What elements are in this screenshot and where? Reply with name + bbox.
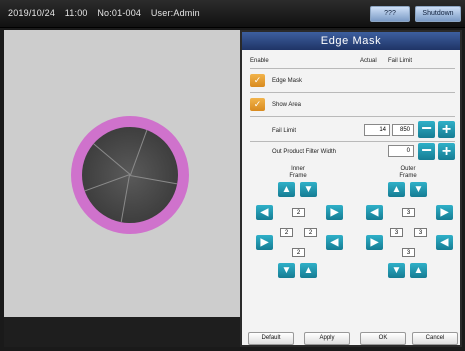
edge-mask-label: Edge Mask — [272, 78, 303, 84]
divider — [250, 92, 455, 93]
inner-frame-label-line2: Frame — [289, 173, 307, 179]
divider — [250, 116, 455, 117]
inner-left-value: 2 — [280, 228, 293, 237]
inner-right-left-button[interactable]: ◀ — [326, 235, 343, 250]
status-line: 2019/10/24 11:00 No:01-004 User:Admin — [8, 8, 207, 18]
header-enable: Enable — [250, 58, 269, 64]
fail-limit-actual-value: 14 — [364, 124, 390, 136]
inner-top-value: 2 — [292, 208, 305, 217]
outer-left-right-button[interactable]: ▶ — [366, 235, 383, 250]
outer-right-value: 3 — [414, 228, 427, 237]
outer-frame-label: Outer Frame — [388, 166, 428, 180]
edge-mask-checkbox[interactable]: ✓ — [250, 74, 265, 87]
outer-frame-label-line2: Frame — [399, 173, 417, 179]
filter-width-plus-button[interactable]: + — [438, 143, 455, 160]
panel-title: Edge Mask — [242, 32, 460, 50]
edge-mask-ring — [71, 116, 189, 234]
product-disc — [82, 127, 178, 223]
outer-right-right-button[interactable]: ▶ — [436, 205, 453, 220]
camera-view — [4, 30, 240, 317]
apply-button[interactable]: Apply — [304, 332, 350, 345]
ok-button[interactable]: OK — [360, 332, 406, 345]
divider — [250, 68, 455, 69]
inner-frame-label-line1: Inner — [291, 166, 305, 172]
user-text: User:Admin — [150, 8, 200, 18]
inner-frame-label: Inner Frame — [278, 166, 318, 180]
edge-mask-panel: Edge Mask Enable Actual Fail Limit ✓ Edg… — [240, 30, 462, 347]
fail-limit-label: Fail Limit — [272, 128, 297, 134]
filter-width-input[interactable]: 0 — [388, 145, 414, 157]
shutdown-button[interactable]: Shutdown — [415, 6, 461, 22]
check-icon: ✓ — [253, 75, 262, 85]
inner-bottom-down-button[interactable]: ▼ — [278, 263, 295, 278]
outer-left-left-button[interactable]: ◀ — [366, 205, 383, 220]
outer-top-up-button[interactable]: ▲ — [388, 182, 405, 197]
outer-right-left-button[interactable]: ◀ — [436, 235, 453, 250]
check-icon: ✓ — [253, 99, 262, 109]
camera-bottom-strip — [4, 317, 240, 347]
batch-number: No:01-004 — [97, 8, 142, 18]
inner-bottom-value: 2 — [292, 248, 305, 257]
outer-bottom-value: 3 — [402, 248, 415, 257]
inner-top-down-button[interactable]: ▼ — [300, 182, 317, 197]
disc-spoke — [130, 129, 148, 176]
time-text: 11:00 — [64, 8, 88, 18]
inner-left-right-button[interactable]: ▶ — [256, 235, 273, 250]
show-area-checkbox[interactable]: ✓ — [250, 98, 265, 111]
outer-frame-label-line1: Outer — [400, 166, 416, 172]
fail-limit-input[interactable]: 850 — [392, 124, 414, 136]
outer-left-value: 3 — [390, 228, 403, 237]
show-area-label: Show Area — [272, 102, 302, 108]
inner-bottom-up-button[interactable]: ▲ — [300, 263, 317, 278]
outer-top-down-button[interactable]: ▼ — [410, 182, 427, 197]
disc-spoke — [129, 175, 178, 185]
header-actual: Actual — [360, 58, 377, 64]
outer-bottom-up-button[interactable]: ▲ — [410, 263, 427, 278]
cancel-button[interactable]: Cancel — [412, 332, 458, 345]
inner-right-right-button[interactable]: ▶ — [326, 205, 343, 220]
disc-spoke — [93, 143, 131, 175]
top-bar: 2019/10/24 11:00 No:01-004 User:Admin ??… — [0, 0, 465, 28]
fail-limit-minus-button[interactable]: − — [418, 119, 435, 138]
outer-top-value: 3 — [402, 208, 415, 217]
date-text: 2019/10/24 — [8, 8, 56, 18]
default-button[interactable]: Default — [248, 332, 294, 345]
filter-width-minus-button[interactable]: − — [418, 141, 435, 160]
disc-spoke — [120, 174, 130, 223]
inner-top-up-button[interactable]: ▲ — [278, 182, 295, 197]
outer-bottom-down-button[interactable]: ▼ — [388, 263, 405, 278]
disc-spoke — [84, 174, 130, 192]
inner-right-value: 2 — [304, 228, 317, 237]
filter-width-label: Out Product Filter Width — [272, 149, 337, 155]
header-fail-limit: Fail Limit — [388, 58, 413, 64]
inner-left-left-button[interactable]: ◀ — [256, 205, 273, 220]
fail-limit-plus-button[interactable]: + — [438, 121, 455, 138]
top-button-1[interactable]: ??? — [370, 6, 410, 22]
